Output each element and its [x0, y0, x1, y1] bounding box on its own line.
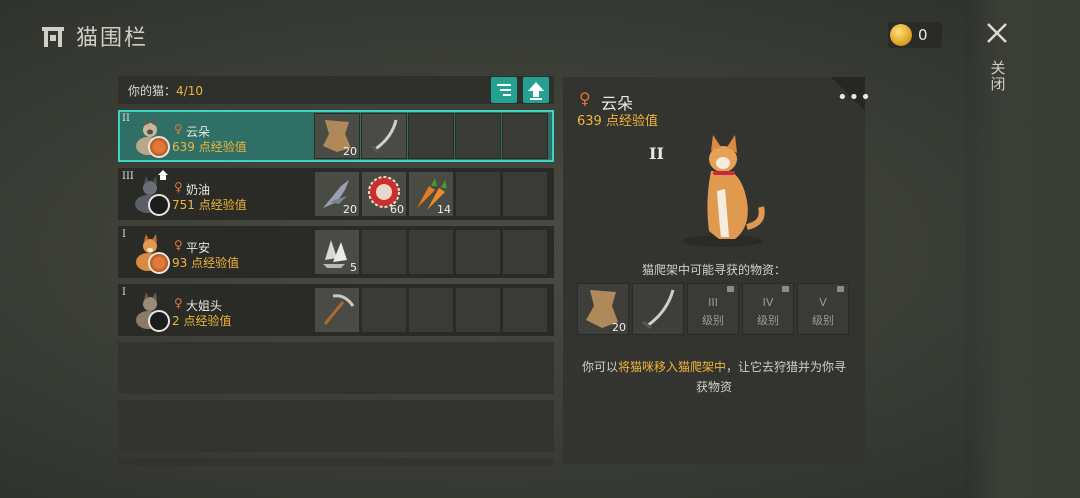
sword-icon: [642, 289, 675, 330]
empty-slot[interactable]: [455, 229, 501, 275]
locked-loot-slot[interactable]: V 级别: [797, 283, 849, 335]
cats-list-panel: 你的猫：4/10 II ♀ 云朵 639 点经验值 20 III ♀ 奶油 75…: [118, 76, 554, 466]
empty-slot[interactable]: [455, 171, 501, 217]
lock-icon: [837, 286, 844, 292]
loot-level-label: 级别: [757, 314, 779, 327]
item-qty: 5: [350, 261, 357, 274]
loot-slot[interactable]: [632, 283, 684, 335]
info-text-highlight: 将猫咪移入猫爬架中: [617, 360, 726, 374]
close-button[interactable]: [984, 20, 1010, 46]
sort-icon: [497, 84, 511, 96]
item-slot[interactable]: [314, 287, 360, 333]
empty-slot[interactable]: [502, 113, 548, 159]
loot-level-numeral: III: [708, 296, 718, 309]
item-qty: 20: [343, 203, 357, 216]
item-slot[interactable]: 20: [314, 171, 360, 217]
loot-slot[interactable]: 20: [577, 283, 629, 335]
loot-level-numeral: V: [819, 296, 827, 309]
sword-icon: [370, 119, 398, 154]
title-bar: 猫围栏: [40, 18, 148, 54]
home-icon: [158, 170, 168, 180]
coin-count: 0: [918, 26, 928, 44]
empty-slot[interactable]: [502, 287, 548, 333]
empty-slot[interactable]: [455, 113, 501, 159]
side-panel: [965, 0, 1080, 498]
item-qty: 60: [390, 203, 404, 216]
cat-rank: I: [122, 287, 126, 298]
food-bowl-icon: [148, 252, 170, 274]
item-slot[interactable]: [361, 113, 407, 159]
locked-loot-slot[interactable]: IV 级别: [742, 283, 794, 335]
loot-level-numeral: IV: [762, 296, 774, 309]
cats-header: 你的猫：4/10: [118, 76, 554, 104]
cat-xp: 2 点经验值: [172, 314, 232, 328]
cat-xp: 93 点经验值: [172, 256, 240, 270]
item-slot[interactable]: 60: [361, 171, 407, 217]
empty-cat-row[interactable]: [118, 400, 554, 452]
food-bowl-icon: [148, 136, 170, 158]
coin-icon: [890, 24, 912, 46]
empty-slot[interactable]: [361, 287, 407, 333]
lock-icon: [727, 286, 734, 292]
female-icon: ♀: [579, 89, 591, 108]
empty-slot[interactable]: [502, 229, 548, 275]
cat-pen-icon: [42, 27, 64, 47]
empty-slot[interactable]: [502, 171, 548, 217]
more-options-button[interactable]: •••: [837, 87, 872, 108]
empty-slot[interactable]: [361, 229, 407, 275]
female-icon: ♀: [174, 180, 183, 194]
female-icon: ♀: [174, 122, 183, 136]
locked-loot-slot[interactable]: III 级别: [687, 283, 739, 335]
female-icon: ♀: [174, 238, 183, 252]
cat-detail-panel: ••• ♀ 云朵 639 点经验值 II 猫爬架中可能寻获的物资： 20 III…: [563, 77, 871, 464]
page-title: 猫围栏: [76, 26, 149, 51]
loot-title: 猫爬架中可能寻获的物资：: [641, 263, 786, 277]
item-qty: 14: [437, 203, 451, 216]
arrow-up-icon: [528, 82, 544, 100]
item-slot[interactable]: 5: [314, 229, 360, 275]
cat-row[interactable]: III ♀ 奶油 751 点经验值 20 60 14: [118, 168, 554, 220]
empty-slot[interactable]: [455, 287, 501, 333]
empty-cat-row[interactable]: [118, 458, 554, 466]
cat-row[interactable]: I ♀ 平安 93 点经验值 5: [118, 226, 554, 278]
pickaxe-icon: [323, 294, 355, 325]
cat-row[interactable]: II ♀ 云朵 639 点经验值 20: [118, 110, 554, 162]
item-qty: 20: [343, 145, 357, 158]
loot-level-label: 级别: [812, 314, 834, 327]
cat-xp: 639 点经验值: [172, 140, 247, 154]
loot-level-label: 级别: [702, 314, 724, 327]
detail-cat-xp: 639 点经验值: [577, 114, 658, 129]
lock-icon: [782, 286, 789, 292]
loot-qty: 20: [612, 321, 626, 334]
close-label[interactable]: 关闭: [988, 60, 1008, 92]
item-slot[interactable]: 20: [314, 113, 360, 159]
cats-label: 你的猫：: [128, 84, 177, 98]
sort-button[interactable]: [491, 77, 517, 103]
info-text: 你可以将猫咪移入猫爬架中，让它去狩猎并为你寻获物资: [577, 357, 851, 397]
cat-rank: I: [122, 229, 126, 240]
cats-count: 4/10: [176, 84, 203, 98]
cat-xp: 751 点经验值: [172, 198, 247, 212]
empty-cat-row[interactable]: [118, 342, 554, 394]
food-bowl-icon: [148, 194, 170, 216]
move-up-button[interactable]: [523, 77, 549, 103]
cat-row[interactable]: I ♀ 大姐头 2 点经验值: [118, 284, 554, 336]
food-bowl-icon: [148, 310, 170, 332]
female-icon: ♀: [174, 296, 183, 310]
empty-slot[interactable]: [408, 113, 454, 159]
info-text-start: 你可以: [581, 360, 618, 374]
cat-portrait: [683, 135, 765, 247]
item-slot[interactable]: 14: [408, 171, 454, 217]
empty-slot[interactable]: [408, 229, 454, 275]
empty-slot[interactable]: [408, 287, 454, 333]
